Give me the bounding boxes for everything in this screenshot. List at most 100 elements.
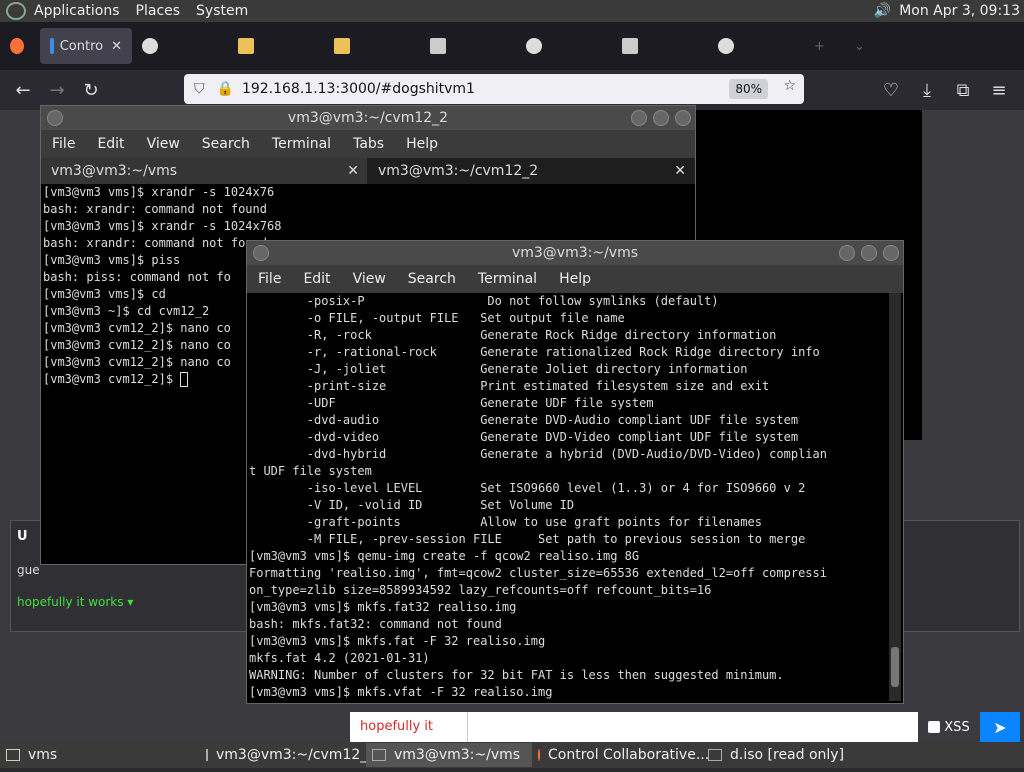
tab-burfee[interactable] [420, 28, 516, 64]
chat-input[interactable]: hopefully it works [350, 712, 468, 764]
terminal-line: [vm3@vm3 vms]$ mkfs.vfat -F 32 realiso.i… [249, 685, 553, 699]
lock-icon[interactable]: 🔒 [217, 81, 234, 97]
xss-toggle[interactable]: XSS [918, 712, 980, 742]
scrollbar[interactable] [889, 293, 901, 701]
terminal-title[interactable]: vm3@vm3:~/vms [247, 241, 903, 265]
firefox-icon [538, 749, 540, 761]
terminal-output[interactable]: -posix-P Do not follow symlinks (default… [247, 293, 889, 703]
terminal-line: -UDF Generate UDF file system [249, 396, 654, 410]
tab-google-1[interactable] [132, 28, 228, 64]
archive-icon [622, 38, 638, 54]
menu-icon[interactable]: ≡ [982, 73, 1016, 107]
window-menu-icon[interactable] [47, 110, 63, 126]
close-icon[interactable]: ✕ [111, 39, 122, 54]
new-tab-button[interactable]: + [804, 28, 844, 64]
menu-terminal[interactable]: Terminal [467, 271, 548, 287]
tab-windows[interactable] [228, 28, 324, 64]
task-label: Control Collaborative... [548, 747, 710, 763]
bottom-panel: vms vm3@vm3:~/cvm12_2 vm3@vm3:~/vms Cont… [0, 742, 1024, 768]
terminal-line: -graft-points Allow to use graft points … [249, 515, 762, 529]
shield-icon[interactable]: ⛉ [194, 81, 205, 97]
tab-google-3[interactable] [708, 28, 804, 64]
menu-help[interactable]: Help [548, 271, 602, 287]
terminal-tab-cvm12[interactable]: vm3@vm3:~/cvm12_2 ✕ [368, 158, 695, 184]
list-tabs-button[interactable]: ⌄ [844, 28, 884, 64]
menu-view[interactable]: View [342, 271, 397, 287]
bookmark-star-icon[interactable]: ☆ [783, 78, 796, 94]
menu-terminal[interactable]: Terminal [261, 136, 342, 152]
applications-menu[interactable]: Applications [26, 3, 128, 19]
gnome-logo-icon[interactable] [6, 2, 26, 20]
terminal-line: on_type=zlib size=8589934592 lazy_refcou… [249, 583, 712, 597]
taskbar-item-iso[interactable]: d.iso [read only] [702, 743, 852, 767]
maximize-icon[interactable] [653, 110, 669, 126]
pocket-icon[interactable]: ♡ [874, 73, 908, 107]
disc-icon [708, 749, 722, 761]
places-menu[interactable]: Places [128, 3, 189, 19]
menu-search[interactable]: Search [397, 271, 467, 287]
taskbar-item-firefox[interactable]: Control Collaborative... [532, 743, 709, 767]
download-icon[interactable]: ⤓ [910, 73, 944, 107]
menu-file[interactable]: File [41, 136, 86, 152]
menu-tabs[interactable]: Tabs [342, 136, 395, 152]
menu-file[interactable]: File [247, 271, 292, 287]
task-label: vm3@vm3:~/cvm12_2 [216, 747, 377, 763]
terminal-menubar: File Edit View Search Terminal Tabs Help [41, 130, 695, 158]
terminal-line: -posix-P Do not follow symlinks (default… [249, 294, 719, 308]
menu-edit[interactable]: Edit [86, 136, 135, 152]
menu-view[interactable]: View [136, 136, 191, 152]
extensions-icon[interactable]: ⧉ [946, 73, 980, 107]
minimize-icon[interactable] [631, 110, 647, 126]
forward-button[interactable]: → [40, 73, 74, 107]
scrollbar-thumb[interactable] [891, 647, 899, 687]
terminal-line: [vm3@vm3 vms]$ xrandr -s 1024x768 [43, 219, 282, 233]
system-menu[interactable]: System [188, 3, 256, 19]
menu-search[interactable]: Search [191, 136, 261, 152]
terminal-icon [206, 749, 208, 761]
tab-archive[interactable] [612, 28, 708, 64]
terminal-title-text: vm3@vm3:~/cvm12_2 [287, 110, 449, 126]
terminal-title[interactable]: vm3@vm3:~/cvm12_2 [41, 106, 695, 130]
terminal-line: bash: mkfs.fat32: command not found [249, 617, 502, 631]
url-bar[interactable]: ⛉ 🔒 192.168.1.13:3000/#dogshitvm1 80% ☆ [184, 74, 804, 104]
terminal-tabs: vm3@vm3:~/vms ✕ vm3@vm3:~/cvm12_2 ✕ [41, 158, 695, 184]
tab-label: Contro [59, 38, 104, 54]
close-icon[interactable] [883, 245, 899, 261]
firefox-view-button[interactable] [0, 28, 40, 64]
tab-2[interactable] [324, 28, 420, 64]
checkbox-icon[interactable] [928, 721, 941, 733]
terminal-window-vms[interactable]: vm3@vm3:~/vms File Edit View Search Term… [246, 240, 904, 704]
menu-edit[interactable]: Edit [292, 271, 341, 287]
google-icon [718, 38, 734, 54]
terminal-line: t UDF file system [249, 464, 372, 478]
archive-icon [430, 38, 446, 54]
chat-message[interactable]: hopefully it works ▾ [17, 595, 133, 609]
window-menu-icon[interactable] [253, 245, 269, 261]
minimize-icon[interactable] [839, 245, 855, 261]
tab-google-2[interactable] [516, 28, 612, 64]
send-button[interactable]: ➤ [980, 712, 1020, 742]
back-button[interactable]: ← [6, 73, 40, 107]
user-list-header: U [17, 529, 28, 544]
top-panel: Applications Places System 🔊 Mon Apr 3, … [0, 0, 1024, 22]
taskbar-item-vms-folder[interactable]: vms [0, 743, 200, 767]
terminal-tab-vms[interactable]: vm3@vm3:~/vms ✕ [41, 158, 368, 184]
menu-help[interactable]: Help [395, 136, 449, 152]
taskbar-item-terminal-vms[interactable]: vm3@vm3:~/vms [366, 743, 532, 767]
close-icon[interactable] [675, 110, 691, 126]
reload-button[interactable]: ↻ [74, 73, 108, 107]
terminal-line: -o FILE, -output FILE Set output file na… [249, 311, 625, 325]
url-text[interactable]: 192.168.1.13:3000/#dogshitvm1 [242, 81, 475, 97]
taskbar-item-terminal-cvm12[interactable]: vm3@vm3:~/cvm12_2 [200, 743, 376, 767]
zoom-indicator[interactable]: 80% [729, 79, 768, 99]
close-icon[interactable]: ✕ [347, 158, 359, 184]
tab-control[interactable]: Contro ✕ [40, 28, 132, 64]
clock[interactable]: Mon Apr 3, 09:13 [899, 3, 1020, 19]
terminal-line: bash: xrandr: command not found [43, 202, 267, 216]
close-icon[interactable]: ✕ [674, 158, 686, 184]
browser-nav-bar: ← → ↻ ⛉ 🔒 192.168.1.13:3000/#dogshitvm1 … [0, 70, 1024, 110]
maximize-icon[interactable] [861, 245, 877, 261]
terminal-line: -dvd-video Generate DVD-Video compliant … [249, 430, 799, 444]
volume-icon[interactable]: 🔊 [874, 3, 891, 19]
task-label: vm3@vm3:~/vms [394, 747, 521, 763]
